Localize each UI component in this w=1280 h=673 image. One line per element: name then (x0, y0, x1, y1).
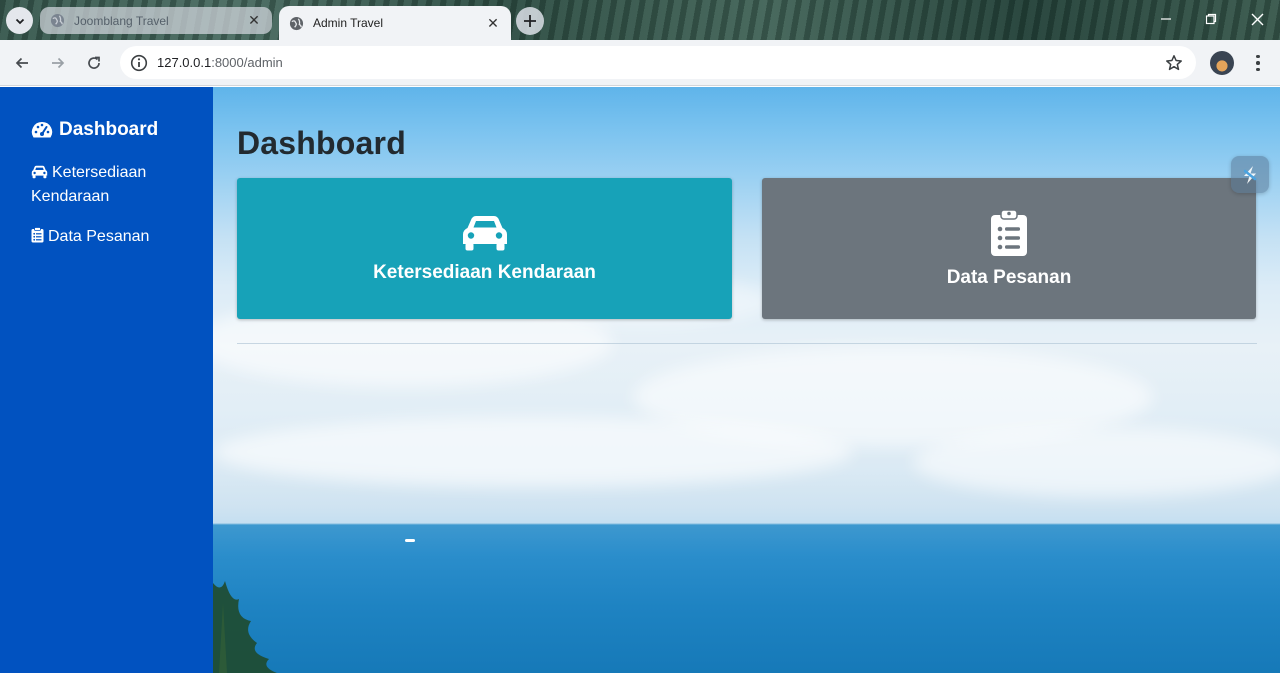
star-icon (1166, 55, 1182, 71)
sidebar: Dashboard Ketersediaan Kendaraan Data Pe… (0, 87, 213, 673)
minimize-icon (1161, 18, 1171, 20)
restore-icon (1205, 13, 1217, 25)
sidebar-item-ketersediaan-kendaraan[interactable]: Ketersediaan Kendaraan (31, 161, 181, 209)
main-content: Dashboard Ketersediaan Kendaraan Data Pe… (213, 87, 1280, 673)
tree-silhouette (213, 581, 277, 673)
tab-title: Admin Travel (313, 16, 384, 30)
close-tab-icon[interactable]: ✕ (485, 15, 501, 31)
close-icon (1251, 13, 1263, 25)
address-bar[interactable]: 127.0.0.1:8000/admin (120, 46, 1196, 79)
reload-icon (88, 56, 100, 69)
url-text: 127.0.0.1:8000/admin (157, 55, 283, 70)
plus-icon (524, 15, 536, 27)
globe-icon (289, 16, 304, 30)
card-label: Ketersediaan Kendaraan (373, 261, 596, 283)
car-icon (462, 215, 507, 250)
divider (237, 343, 1257, 344)
arrow-right-icon (52, 57, 65, 69)
sidebar-item-label: Data Pesanan (48, 228, 150, 245)
close-window-button[interactable] (1246, 8, 1268, 30)
tab-strip: Joomblang Travel ✕ Admin Travel ✕ (0, 0, 1280, 40)
close-tab-icon[interactable]: ✕ (246, 12, 262, 29)
card-label: Data Pesanan (946, 266, 1072, 288)
sidebar-item-label: Ketersediaan Kendaraan (31, 164, 147, 205)
tab-admin-travel[interactable]: Admin Travel ✕ (279, 6, 511, 40)
lightning-icon (1243, 165, 1257, 184)
tab-title: Joomblang Travel (74, 13, 169, 28)
globe-icon (50, 13, 65, 28)
reload-button[interactable] (82, 51, 106, 75)
restore-button[interactable] (1200, 8, 1222, 30)
tab-search-button[interactable] (6, 7, 33, 34)
profile-avatar[interactable] (1210, 51, 1234, 75)
back-button[interactable] (10, 51, 34, 75)
clipboard-icon (31, 227, 44, 243)
minimize-button[interactable] (1155, 8, 1177, 30)
tachometer-icon (31, 121, 53, 137)
background-cloud (213, 417, 853, 487)
browser-toolbar: 127.0.0.1:8000/admin (0, 40, 1280, 86)
clipboard-list-icon (991, 208, 1027, 256)
chevron-down-icon (15, 18, 24, 24)
bookmark-button[interactable] (1164, 53, 1184, 73)
sidebar-brand-dashboard[interactable]: Dashboard (31, 119, 158, 141)
page-title: Dashboard (237, 125, 406, 161)
sidebar-brand-label: Dashboard (59, 119, 159, 140)
sidebar-item-data-pesanan[interactable]: Data Pesanan (31, 225, 149, 249)
browser-menu-button[interactable] (1248, 51, 1268, 75)
url-host: 127.0.0.1 (157, 55, 212, 70)
background-boat (405, 539, 415, 542)
url-path: :8000/admin (211, 55, 283, 70)
car-icon (31, 165, 48, 179)
site-info-button[interactable] (122, 46, 156, 79)
forward-button[interactable] (46, 51, 70, 75)
background-cloud (913, 427, 1280, 497)
card-ketersediaan-kendaraan[interactable]: Ketersediaan Kendaraan (237, 178, 732, 319)
floating-action-button[interactable] (1231, 156, 1269, 193)
tab-joomblang-travel[interactable]: Joomblang Travel ✕ (40, 7, 272, 34)
page: Dashboard Ketersediaan Kendaraan Data Pe… (0, 87, 1280, 673)
card-data-pesanan[interactable]: Data Pesanan (762, 178, 1256, 319)
arrow-left-icon (15, 57, 28, 69)
info-icon (130, 54, 148, 71)
new-tab-button[interactable] (516, 7, 544, 35)
